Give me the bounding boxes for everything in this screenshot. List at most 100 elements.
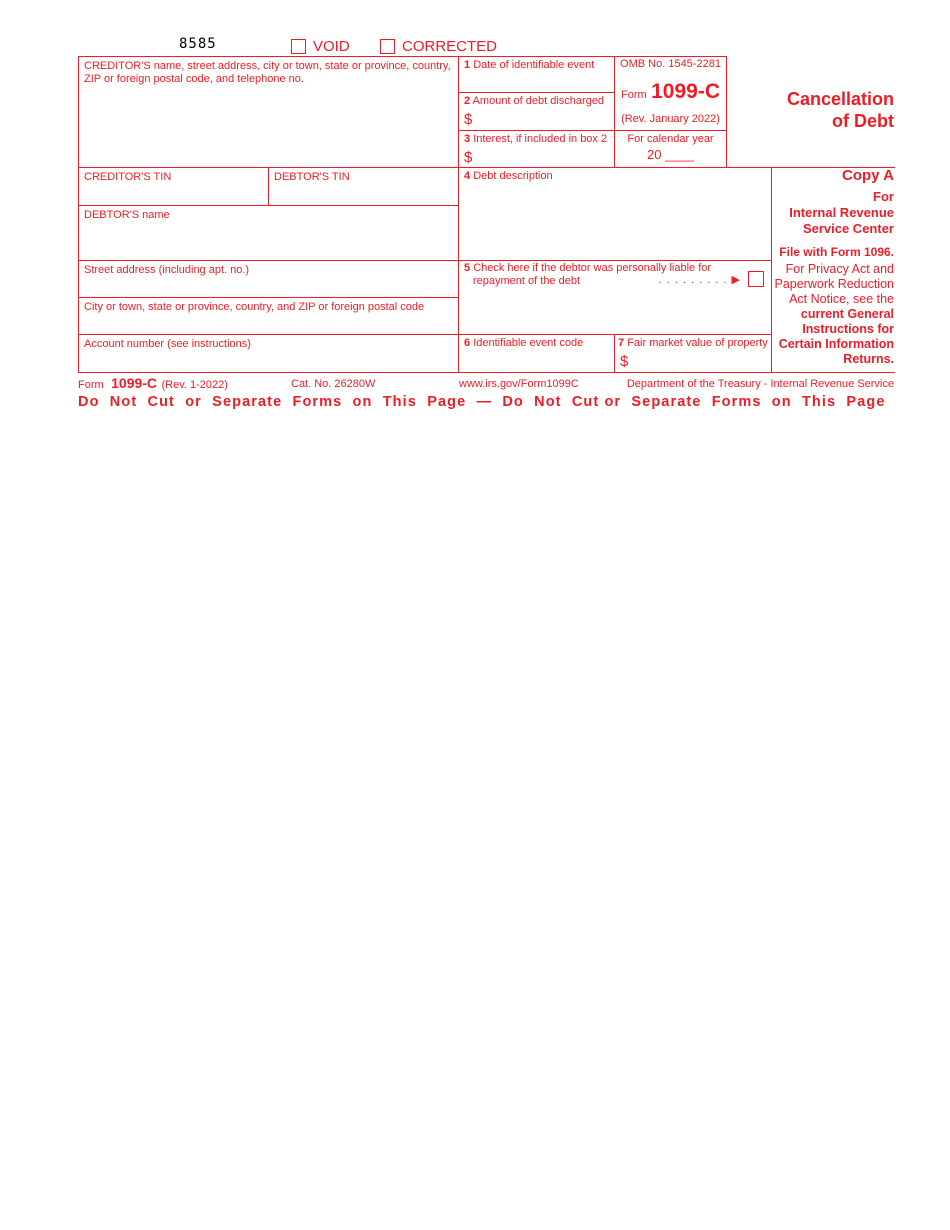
street-address-label: Street address (including apt. no.) (84, 264, 250, 276)
footer-form-word: Form (78, 379, 104, 391)
copy-a-recipient: For Internal Revenue Service Center (772, 189, 894, 237)
box5-field: 5 Check here if the debtor was personall… (460, 262, 770, 333)
box6-number: 6 (464, 337, 471, 349)
year-prefix: 20 (646, 147, 662, 162)
creditor-name-label-line1: CREDITOR'S name, street address, city or… (84, 60, 451, 72)
box4-debt-description-field[interactable]: 4 Debt description (460, 169, 770, 259)
do-not-cut-warning: Do Not Cut or Separate Forms on This Pag… (78, 394, 886, 410)
divider-v-tin (268, 167, 269, 205)
corrected-checkbox[interactable] (380, 39, 395, 54)
form-border-top (78, 56, 726, 57)
box1-number: 1 (464, 59, 471, 71)
copy-irs-line1: Internal Revenue (789, 205, 894, 220)
box6-label: Identifiable event code (473, 337, 584, 349)
divider-h-334 (78, 334, 771, 335)
privacy-line7: Returns. (843, 352, 894, 366)
form-number-heading: Form 1099-C (615, 80, 726, 104)
box6-event-code-field[interactable]: 6 Identifiable event code (460, 336, 613, 371)
divider-h-205 (78, 205, 458, 206)
box7-label-wrap: 7 Fair market value of property (618, 337, 768, 350)
title-line1: Cancellation (786, 89, 894, 109)
creditor-name-field[interactable]: CREDITOR'S name, street address, city or… (80, 58, 457, 166)
omb-number: OMB No. 1545-2281 (620, 58, 721, 70)
privacy-line1: For Privacy Act and (785, 262, 894, 276)
privacy-line2: Paperwork Reduction (774, 277, 894, 291)
box2-label: Amount of debt discharged (472, 95, 605, 107)
box5-personally-liable-checkbox[interactable] (748, 271, 764, 287)
footer-cat-no: Cat. No. 26280W (291, 378, 376, 390)
divider-h-box1-box2 (458, 92, 614, 93)
box1-date-field[interactable]: 1 Date of identifiable event (460, 58, 613, 91)
box7-fair-market-value-field[interactable]: 7 Fair market value of property $ (616, 336, 770, 371)
calendar-year-label: For calendar year (627, 133, 714, 145)
box7-dollar-sign: $ (620, 353, 629, 370)
box3-label-wrap: 3 Interest, if included in box 2 (464, 133, 607, 146)
debtor-name-label: DEBTOR'S name (84, 209, 170, 221)
box4-label-wrap: 4 Debt description (464, 170, 553, 183)
box3-dollar-sign: $ (464, 149, 473, 166)
form-border-left (78, 56, 79, 372)
box7-label: Fair market value of property (627, 337, 768, 349)
box4-label: Debt description (473, 170, 553, 182)
copy-for: For (873, 189, 894, 204)
privacy-line4: current General (800, 307, 894, 321)
city-label: City or town, state or province, country… (84, 301, 425, 313)
creditor-name-label-line2: ZIP or foreign postal code, and telephon… (84, 73, 304, 85)
box3-label: Interest, if included in box 2 (473, 133, 608, 145)
file-with-form: File with Form 1096. (779, 245, 894, 259)
box2-label-wrap: 2 Amount of debt discharged (464, 95, 604, 108)
divider-h-297 (78, 297, 458, 298)
form-word: Form (620, 89, 647, 101)
form-revision: (Rev. January 2022) (621, 113, 720, 125)
debtor-tin-field[interactable]: DEBTOR'S TIN (270, 169, 457, 204)
creditor-tin-label: CREDITOR'S TIN (84, 171, 172, 183)
privacy-notice: For Privacy Act and Paperwork Reduction … (772, 262, 894, 367)
box6-label-wrap: 6 Identifiable event code (464, 337, 583, 350)
box5-label-line1: Check here if the debtor was personally … (473, 262, 712, 274)
box5-leader-arrow: . . . . . . . . . ▶ (658, 274, 741, 286)
title-line2: of Debt (832, 111, 894, 131)
footer-form-number: 1099-C (111, 375, 158, 391)
box2-dollar-sign: $ (464, 111, 473, 128)
box5-label-line2: repayment of the debt (473, 275, 581, 287)
box2-number: 2 (464, 95, 471, 107)
box1-label: Date of identifiable event (473, 59, 595, 71)
debtor-tin-label: DEBTOR'S TIN (274, 171, 350, 183)
footer-department: Department of the Treasury - Internal Re… (626, 378, 894, 390)
copy-irs-line2: Service Center (802, 221, 894, 236)
footer-revision: (Rev. 1-2022) (161, 379, 228, 391)
form-border-bottom (78, 372, 895, 373)
copy-a-label: Copy A (842, 167, 894, 184)
box2-amount-field[interactable]: 2 Amount of debt discharged $ (460, 94, 613, 129)
corrected-label: CORRECTED (402, 38, 498, 55)
account-number-label: Account number (see instructions) (84, 338, 251, 350)
city-field[interactable]: City or town, state or province, country… (80, 299, 457, 333)
street-address-field[interactable]: Street address (including apt. no.) (80, 262, 457, 296)
form-title: Cancellation of Debt (740, 88, 894, 132)
box5-number: 5 (464, 262, 471, 274)
divider-h-260 (78, 260, 771, 261)
divider-h-box2-box3 (458, 130, 726, 131)
account-number-field[interactable]: Account number (see instructions) (80, 336, 457, 371)
box3-interest-field[interactable]: 3 Interest, if included in box 2 $ (460, 132, 613, 166)
privacy-line3: Act Notice, see the (789, 292, 894, 306)
privacy-line5: Instructions for (802, 322, 894, 336)
divider-v-614-bottom (614, 334, 615, 372)
divider-v-726 (726, 56, 727, 167)
calendar-year-field[interactable]: 20 ____ (615, 147, 726, 162)
footer-url[interactable]: www.irs.gov/Form1099C (459, 378, 579, 391)
privacy-line6: Certain Information (778, 337, 894, 351)
box3-number: 3 (464, 133, 471, 145)
void-checkbox[interactable] (291, 39, 306, 54)
footer-form-id: Form 1099-C (Rev. 1-2022) (78, 375, 228, 393)
form-code: 8585 (179, 36, 217, 52)
creditor-tin-field[interactable]: CREDITOR'S TIN (80, 169, 267, 204)
void-label: VOID (313, 38, 350, 55)
year-blank: ____ (665, 147, 694, 162)
box1-label-wrap: 1 Date of identifiable event (464, 59, 594, 72)
divider-v-458 (458, 56, 459, 372)
debtor-name-field[interactable]: DEBTOR'S name (80, 207, 457, 259)
form-number: 1099-C (651, 80, 720, 103)
box7-number: 7 (618, 337, 625, 349)
box4-number: 4 (464, 170, 471, 182)
